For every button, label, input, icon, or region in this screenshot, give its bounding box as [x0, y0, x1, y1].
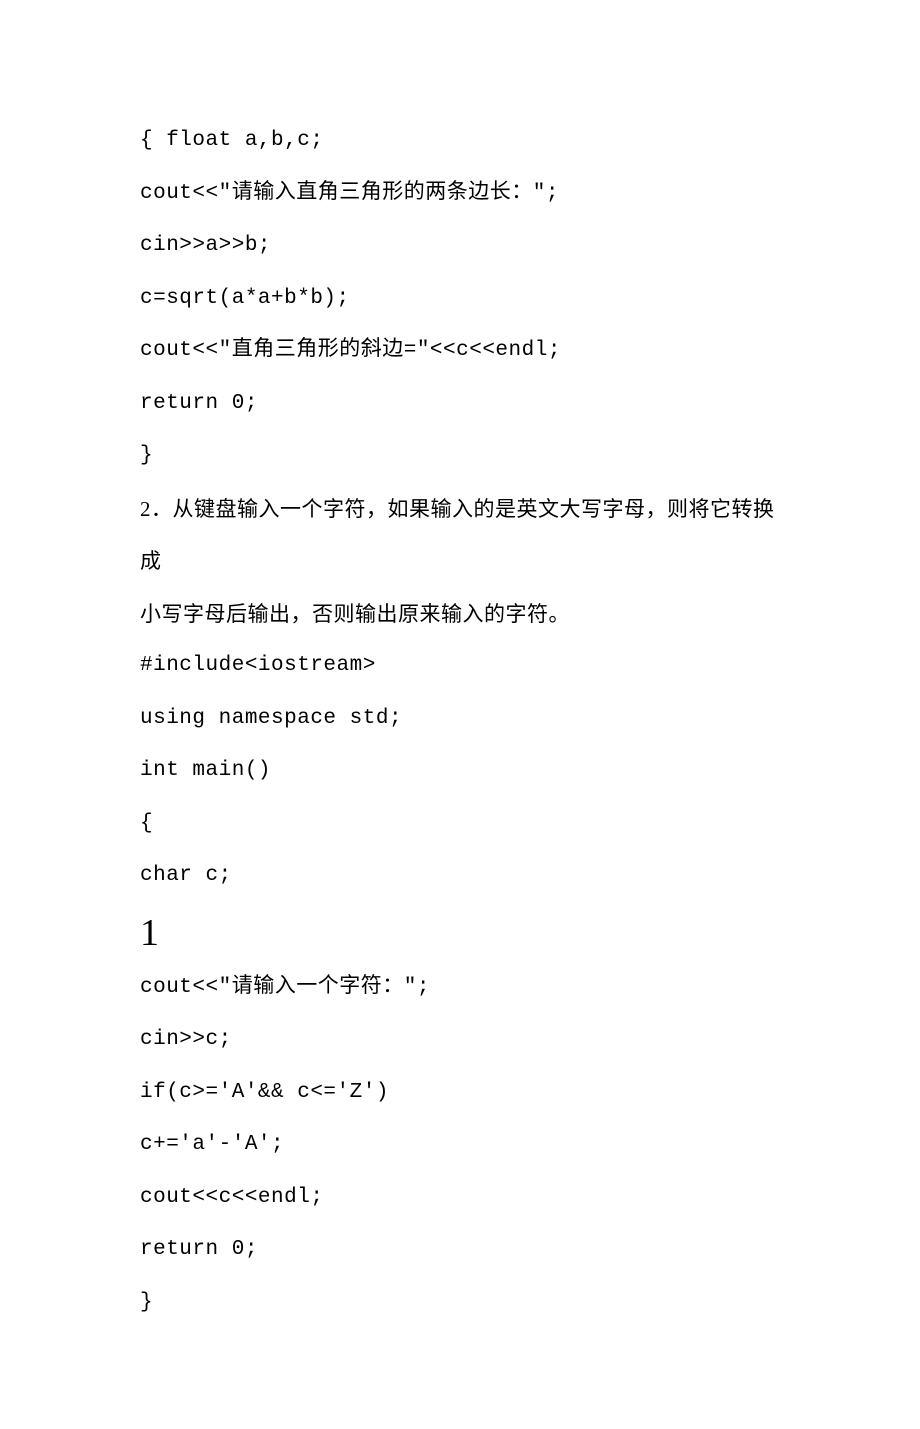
code-line: int main() — [140, 745, 780, 798]
code-line: return 0; — [140, 378, 780, 431]
code-line: char c; — [140, 850, 780, 903]
code-line: cout<<"请输入一个字符："; — [140, 962, 780, 1015]
code-line: using namespace std; — [140, 693, 780, 746]
code-line: cout<<c<<endl; — [140, 1172, 780, 1225]
code-line: #include<iostream> — [140, 640, 780, 693]
problem-text: 小写字母后输出，否则输出原来输入的字符。 — [140, 588, 780, 641]
code-line: c+='a'-'A'; — [140, 1119, 780, 1172]
code-line: cin>>c; — [140, 1014, 780, 1067]
code-line: cout<<"直角三角形的斜边="<<c<<endl; — [140, 325, 780, 378]
code-line: cin>>a>>b; — [140, 220, 780, 273]
code-line: if(c>='A'&& c<='Z') — [140, 1067, 780, 1120]
problem-text: 2．从键盘输入一个字符，如果输入的是英文大写字母，则将它转换成 — [140, 483, 780, 588]
code-line: c=sqrt(a*a+b*b); — [140, 273, 780, 326]
code-line: { float a,b,c; — [140, 115, 780, 168]
code-line: } — [140, 1277, 780, 1330]
code-line: { — [140, 798, 780, 851]
code-line: } — [140, 430, 780, 483]
code-line: cout<<"请输入直角三角形的两条边长："; — [140, 168, 780, 221]
document-page: { float a,b,c; cout<<"请输入直角三角形的两条边长："; c… — [0, 0, 920, 1429]
page-number: 1 — [140, 907, 780, 960]
code-line: return 0; — [140, 1224, 780, 1277]
